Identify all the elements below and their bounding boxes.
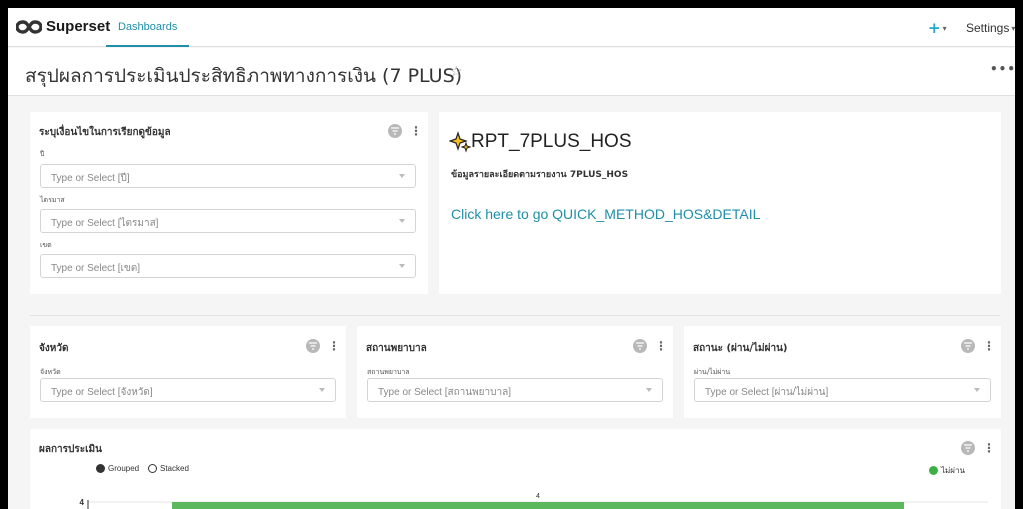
radio-unselected-icon bbox=[148, 464, 157, 473]
plus-icon: + bbox=[928, 19, 941, 37]
settings-label: Settings bbox=[966, 21, 1010, 35]
filter-icon[interactable] bbox=[306, 339, 320, 353]
chevron-down-icon: ▾ bbox=[1011, 24, 1015, 34]
star-icon[interactable]: ☆ bbox=[450, 64, 463, 80]
year-select[interactable]: Type or Select [ปี] bbox=[40, 164, 416, 188]
bar-data-label: 4 bbox=[536, 493, 540, 500]
legend-swatch bbox=[929, 466, 938, 475]
markdown-card: RPT_7PLUS_HOS ข้อมูลรายละเอียดตามรายงาน … bbox=[439, 112, 1001, 294]
top-navbar: Superset Dashboards + ▾ Settings ▾ bbox=[8, 8, 1015, 47]
app-frame: Superset Dashboards + ▾ Settings ▾ สรุปผลก… bbox=[8, 8, 1015, 509]
filter-icon[interactable] bbox=[633, 339, 647, 353]
page-title: สรุปผลการประเมินประสิทธิภาพทางการเงิน (7… bbox=[25, 65, 463, 87]
y-tick-label: 4 bbox=[80, 498, 85, 507]
kebab-menu-icon[interactable]: ⋮ bbox=[410, 125, 422, 137]
filter-card-hospital: สถานพยาบาล ⋮ สถานพยาบาล Type or Select [… bbox=[357, 326, 673, 418]
dashboard-header: สรุปผลการประเมินประสิทธิภาพทางการเงิน (7… bbox=[8, 48, 1015, 96]
result-bar-chart: 44 bbox=[80, 493, 988, 509]
kebab-menu-icon[interactable]: ⋮ bbox=[983, 442, 995, 454]
stacked-radio[interactable]: Stacked bbox=[148, 464, 189, 473]
brand[interactable]: Superset bbox=[16, 18, 110, 35]
markdown-title: RPT_7PLUS_HOS bbox=[449, 131, 632, 153]
markdown-subtitle: ข้อมูลรายละเอียดตามรายงาน 7PLUS_HOS bbox=[451, 170, 629, 180]
legend-item-fail[interactable]: ไม่ผ่าน bbox=[929, 464, 965, 477]
quick-method-link[interactable]: Click here to go QUICK_METHOD_HOS&DETAIL bbox=[451, 206, 760, 222]
select-placeholder: Type or Select [เขต] bbox=[51, 263, 141, 274]
legend-label: ไม่ผ่าน bbox=[941, 466, 965, 475]
field-label-year: ปี bbox=[40, 150, 45, 158]
kebab-menu-icon[interactable]: ⋮ bbox=[983, 340, 995, 352]
section-divider bbox=[30, 315, 1000, 316]
card-title: สถานะ (ผ่าน/ไม่ผ่าน) bbox=[693, 343, 788, 354]
kebab-menu-icon[interactable]: ⋮ bbox=[655, 340, 667, 352]
chevron-down-icon: ▾ bbox=[942, 24, 947, 33]
more-options-icon[interactable]: ••• bbox=[990, 62, 1015, 76]
stacked-label: Stacked bbox=[160, 464, 189, 473]
filter-icon[interactable] bbox=[961, 441, 975, 455]
card-title: จังหวัด bbox=[39, 343, 69, 354]
field-label-status: ผ่าน/ไม่ผ่าน bbox=[694, 368, 731, 376]
select-placeholder: Type or Select [ไตรมาส] bbox=[51, 218, 159, 229]
card-title: สถานพยาบาล bbox=[366, 343, 427, 354]
select-placeholder: Type or Select [จังหวัด] bbox=[51, 387, 153, 398]
markdown-title-text: RPT_7PLUS_HOS bbox=[471, 131, 632, 152]
chevron-down-icon bbox=[399, 219, 405, 223]
province-select[interactable]: Type or Select [จังหวัด] bbox=[40, 378, 336, 402]
chevron-down-icon bbox=[319, 388, 325, 392]
select-placeholder: Type or Select [ปี] bbox=[51, 173, 130, 184]
kebab-menu-icon[interactable]: ⋮ bbox=[328, 340, 340, 352]
field-label-quarter: ไตรมาส bbox=[40, 196, 65, 204]
sparkles-icon bbox=[449, 131, 471, 153]
quarter-select[interactable]: Type or Select [ไตรมาส] bbox=[40, 209, 416, 233]
filter-icon[interactable] bbox=[961, 339, 975, 353]
result-chart-card: ผลการประเมิน ⋮ Grouped Stacked ไม่ผ่าน 4… bbox=[30, 429, 1001, 509]
region-select[interactable]: Type or Select [เขต] bbox=[40, 254, 416, 278]
grouped-label: Grouped bbox=[108, 464, 140, 473]
filter-icon[interactable] bbox=[388, 124, 402, 138]
select-placeholder: Type or Select [สถานพยาบาล] bbox=[378, 387, 512, 398]
chevron-down-icon bbox=[399, 264, 405, 268]
filter-card-province: จังหวัด ⋮ จังหวัด Type or Select [จังหวั… bbox=[30, 326, 346, 418]
chevron-down-icon bbox=[646, 388, 652, 392]
chevron-down-icon bbox=[974, 388, 980, 392]
select-placeholder: Type or Select [ผ่าน/ไม่ผ่าน] bbox=[705, 387, 829, 398]
field-label-hospital: สถานพยาบาล bbox=[367, 368, 410, 376]
field-label-province: จังหวัด bbox=[40, 368, 61, 376]
status-select[interactable]: Type or Select [ผ่าน/ไม่ผ่าน] bbox=[694, 378, 991, 402]
settings-menu-button[interactable]: Settings ▾ bbox=[966, 21, 1015, 35]
add-menu-button[interactable]: + ▾ bbox=[928, 19, 947, 37]
brand-name: Superset bbox=[46, 18, 111, 35]
bar bbox=[172, 502, 904, 509]
tab-dashboards[interactable]: Dashboards bbox=[106, 8, 190, 47]
filter-card-status: สถานะ (ผ่าน/ไม่ผ่าน) ⋮ ผ่าน/ไม่ผ่าน Type… bbox=[684, 326, 1001, 418]
chevron-down-icon bbox=[399, 174, 405, 178]
hospital-select[interactable]: Type or Select [สถานพยาบาล] bbox=[367, 378, 663, 402]
radio-selected-icon bbox=[96, 464, 105, 473]
superset-logo-icon bbox=[16, 19, 42, 34]
field-label-region: เขต bbox=[40, 241, 52, 249]
grouped-radio[interactable]: Grouped bbox=[96, 464, 139, 473]
card-title: ระบุเงื่อนไขในการเรียกดูข้อมูล bbox=[39, 127, 171, 138]
card-title: ผลการประเมิน bbox=[39, 444, 102, 455]
filter-card-main: ระบุเงื่อนไขในการเรียกดูข้อมูล ⋮ ปี Type… bbox=[30, 112, 428, 294]
